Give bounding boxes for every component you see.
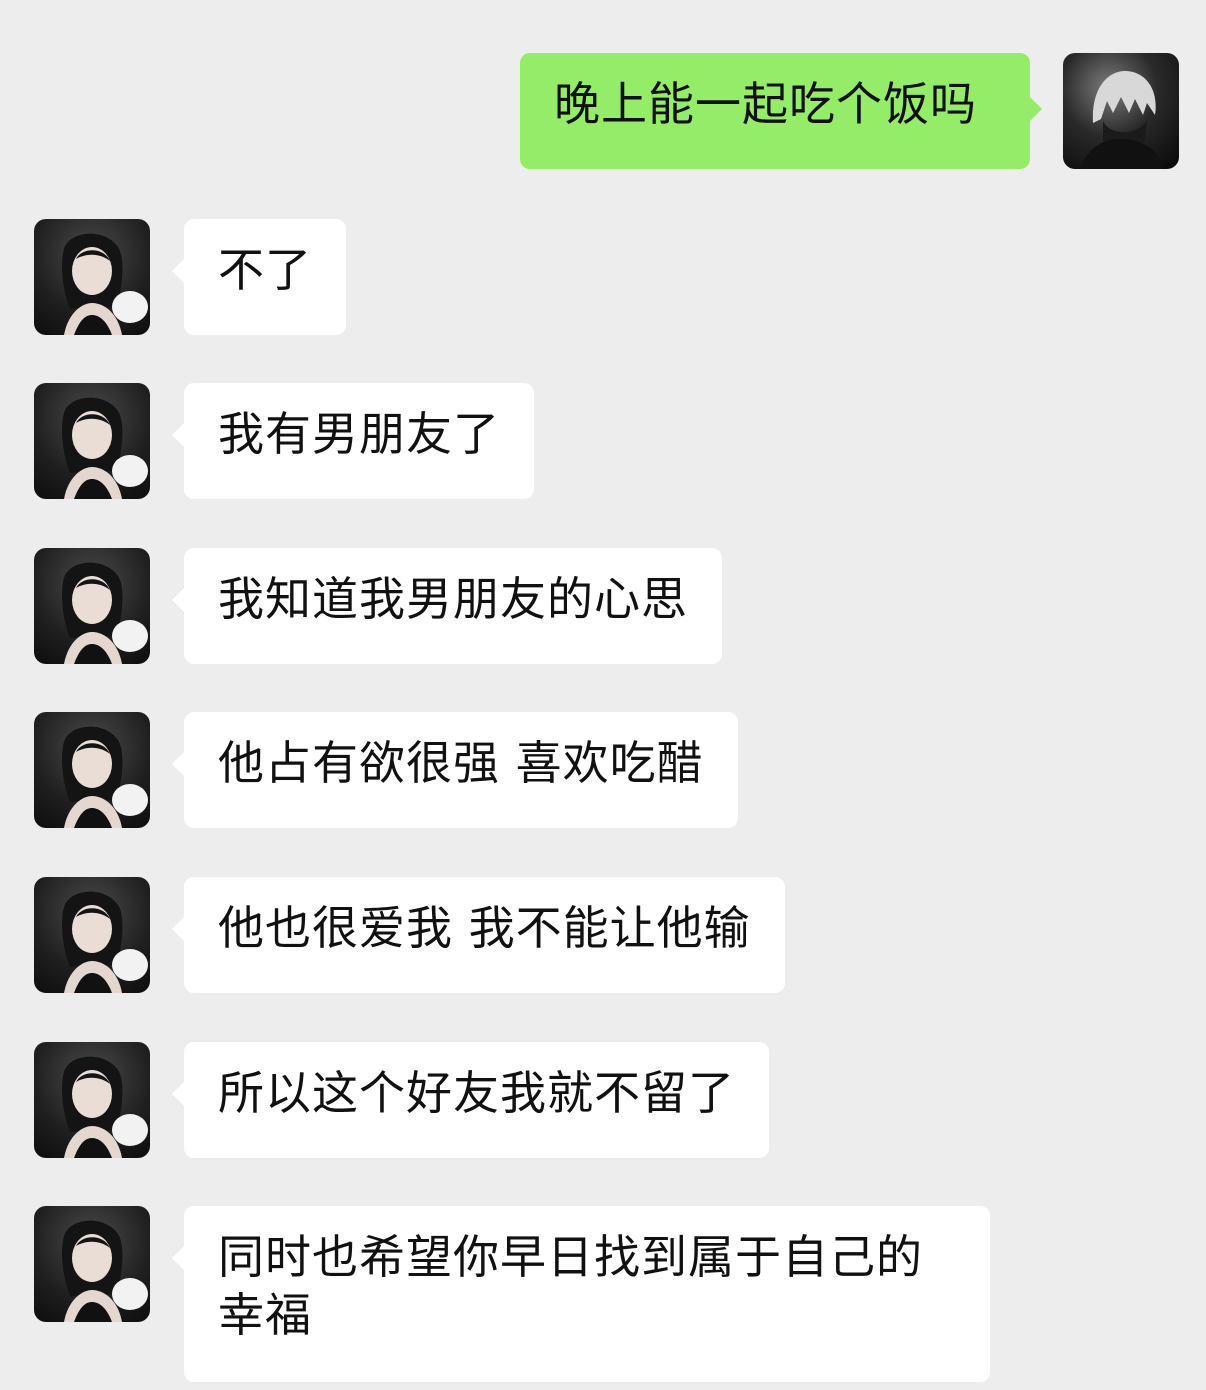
dark-silver-haired-avatar-icon <box>1081 71 1163 169</box>
message-bubble-self[interactable]: 晚上能一起吃个饭吗 <box>520 53 1042 169</box>
message-bubble-other[interactable]: 我知道我男朋友的心思 <box>172 548 722 664</box>
message-text: 晚上能一起吃个饭吗 <box>554 77 977 131</box>
contact-avatar[interactable] <box>34 712 150 828</box>
message-row-other: 同时也希望你早日找到属于自己的幸福 <box>0 1206 1206 1382</box>
message-bubble-other[interactable]: 他占有欲很强 喜欢吃醋 <box>172 712 738 828</box>
woman-portrait-avatar-icon <box>62 726 148 828</box>
chat-window: 晚上能一起吃个饭吗 不了 我有男朋友了 我知道我男朋友的心思 他占有欲很强 喜欢… <box>0 0 1206 1390</box>
message-bubble-other[interactable]: 不了 <box>172 219 346 335</box>
message-text: 我知道我男朋友的心思 <box>218 572 688 626</box>
message-row-other: 不了 <box>0 219 1206 335</box>
woman-portrait-avatar-icon <box>62 397 148 499</box>
message-text: 他占有欲很强 喜欢吃醋 <box>218 736 704 790</box>
message-bubble-other[interactable]: 同时也希望你早日找到属于自己的幸福 <box>172 1206 990 1382</box>
message-row-other: 他也很爱我 我不能让他输 <box>0 877 1206 993</box>
message-text: 同时也希望你早日找到属于自己的幸福 <box>218 1230 923 1342</box>
woman-portrait-avatar-icon <box>62 233 148 335</box>
message-text: 不了 <box>218 243 312 297</box>
message-row-other: 我知道我男朋友的心思 <box>0 548 1206 664</box>
message-row-other: 我有男朋友了 <box>0 383 1206 499</box>
message-bubble-other[interactable]: 我有男朋友了 <box>172 383 534 499</box>
woman-portrait-avatar-icon <box>62 562 148 664</box>
woman-portrait-avatar-icon <box>62 891 148 993</box>
message-row-self: 晚上能一起吃个饭吗 <box>0 53 1206 169</box>
message-text: 他也很爱我 我不能让他输 <box>218 901 751 955</box>
woman-portrait-avatar-icon <box>62 1056 148 1158</box>
message-row-other: 所以这个好友我就不留了 <box>0 1042 1206 1158</box>
contact-avatar[interactable] <box>34 383 150 499</box>
self-avatar[interactable] <box>1063 53 1179 169</box>
contact-avatar[interactable] <box>34 219 150 335</box>
message-bubble-other[interactable]: 他也很爱我 我不能让他输 <box>172 877 785 993</box>
woman-portrait-avatar-icon <box>62 1220 148 1322</box>
contact-avatar[interactable] <box>34 1042 150 1158</box>
contact-avatar[interactable] <box>34 1206 150 1322</box>
contact-avatar[interactable] <box>34 548 150 664</box>
message-text: 所以这个好友我就不留了 <box>218 1066 735 1120</box>
contact-avatar[interactable] <box>34 877 150 993</box>
message-row-other: 他占有欲很强 喜欢吃醋 <box>0 712 1206 828</box>
message-text: 我有男朋友了 <box>218 407 500 461</box>
message-bubble-other[interactable]: 所以这个好友我就不留了 <box>172 1042 769 1158</box>
